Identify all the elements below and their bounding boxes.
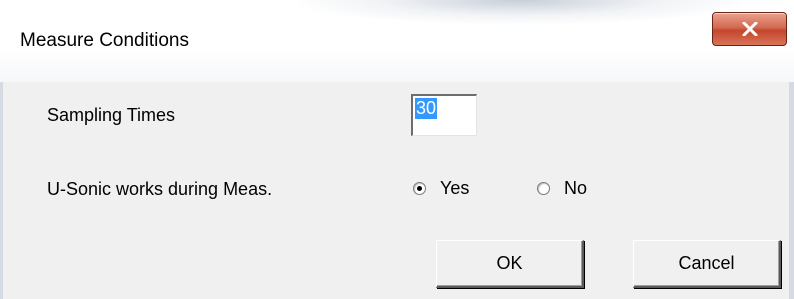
close-icon [742,22,758,36]
radio-selected-dot [417,186,422,191]
dialog-body: Sampling Times 30 U-Sonic works during M… [0,82,794,299]
usonic-label: U-Sonic works during Meas. [47,179,273,199]
title-bar[interactable]: Measure Conditions [0,0,794,82]
radio-no-label[interactable]: No [564,178,587,199]
radio-no[interactable]: No [537,178,587,199]
cancel-button[interactable]: Cancel [633,240,781,288]
sampling-times-input[interactable]: 30 [411,94,477,136]
sampling-times-value[interactable]: 30 [415,98,438,119]
window-frame-left [0,82,3,299]
title-bar-glow [300,0,740,24]
ok-button[interactable]: OK [436,240,584,288]
window-frame-right [789,82,794,299]
radio-yes-label[interactable]: Yes [440,178,469,199]
close-button[interactable] [712,12,787,46]
sampling-times-label: Sampling Times [47,105,176,125]
radio-yes-circle[interactable] [413,182,426,195]
radio-no-circle[interactable] [537,182,550,195]
window-title: Measure Conditions [20,30,189,51]
radio-yes[interactable]: Yes [413,178,469,199]
